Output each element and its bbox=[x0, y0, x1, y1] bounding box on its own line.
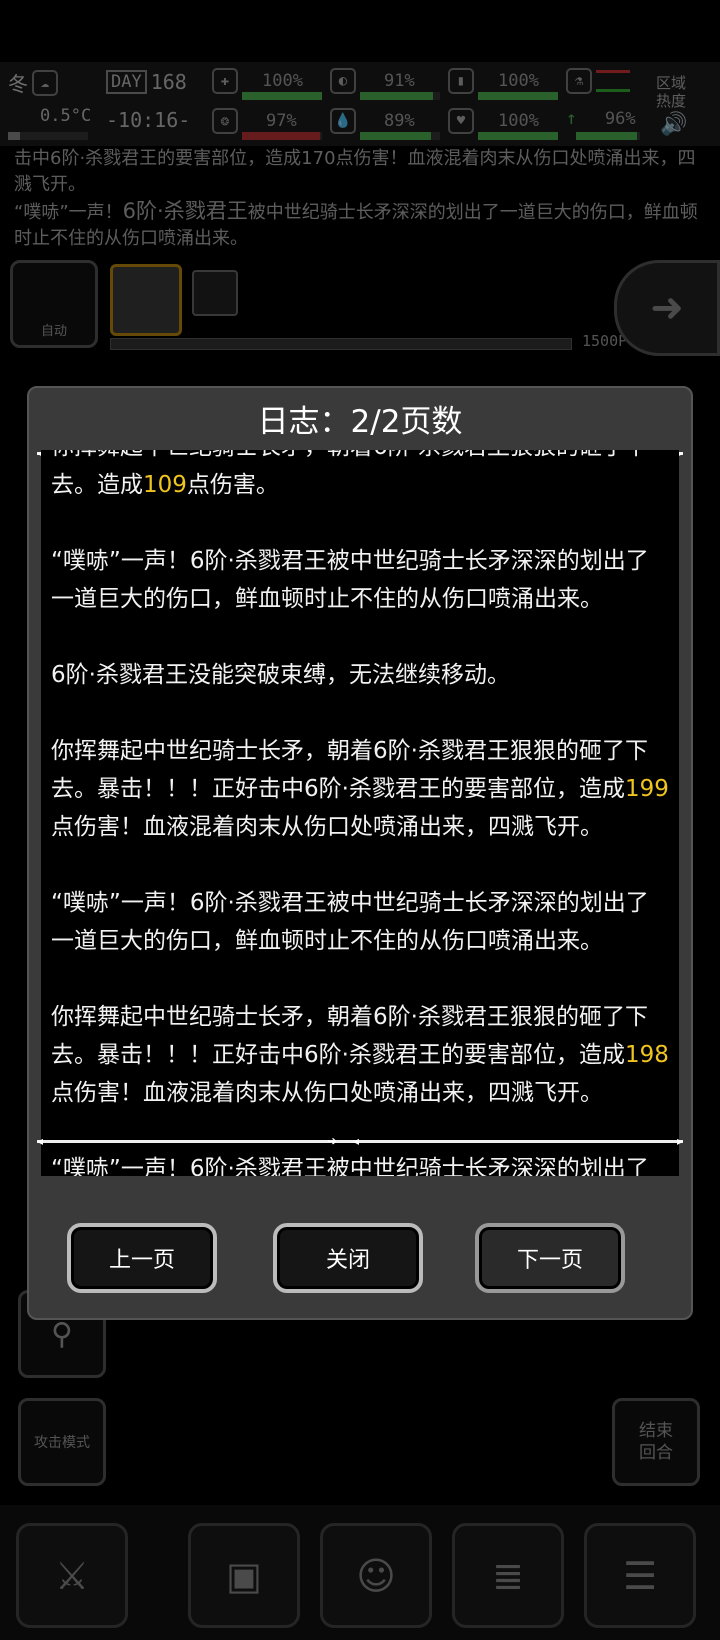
magnifier-icon: ⚲ bbox=[51, 1316, 73, 1352]
log-entry: 你挥舞起中世纪骑士长矛，朝着6阶·杀戮君王狠狠的砸了下去。暴击！！！正好击中6阶… bbox=[51, 1004, 669, 1106]
prev-page-button[interactable]: 上一页 bbox=[67, 1223, 217, 1293]
battery-icon: ▮ bbox=[448, 68, 474, 94]
log-entry: “噗哧”一声！6阶·杀戮君王被中世纪骑士长矛深深的划出了一道巨大的伤口，鲜血顿时… bbox=[51, 548, 649, 612]
auto-label: 自动 bbox=[40, 324, 67, 339]
energy-bar bbox=[478, 92, 558, 100]
day-counter: DAY 168 bbox=[106, 70, 187, 94]
combat-row: 自动 1500P ➜ bbox=[10, 260, 720, 356]
arrow-right-end-icon: ▸ bbox=[676, 1134, 683, 1148]
end-turn-label: 结束回合 bbox=[639, 1421, 673, 1463]
arrow-left-end-icon: ◂ bbox=[37, 1134, 44, 1148]
auto-button[interactable]: 自动 bbox=[10, 260, 98, 348]
log-scroll-area[interactable]: 你挥舞起中世纪骑士长矛，朝着6阶·杀戮君王狠狠的砸了下去。造成109点伤害。 “… bbox=[41, 450, 679, 1176]
skills-button[interactable]: ☺ bbox=[320, 1523, 432, 1628]
season-indicator: 冬 ☁ bbox=[8, 68, 58, 97]
stomach-icon: ◐ bbox=[330, 68, 356, 94]
health-kit-icon: ✚ bbox=[212, 68, 238, 94]
flag-icon bbox=[596, 70, 630, 92]
end-turn-button[interactable]: 结束回合 bbox=[612, 1398, 700, 1486]
health-bar bbox=[242, 92, 322, 100]
attack-mode-button[interactable]: 攻击模式 bbox=[18, 1398, 106, 1486]
stat-growth: ↑ 96% bbox=[566, 108, 636, 129]
background-log-line: “噗哧”一声！6阶·杀戮君王被中世纪骑士长矛深深的划出了一道巨大的伤口，鲜血顿时… bbox=[14, 199, 698, 249]
close-button[interactable]: 关闭 bbox=[273, 1223, 423, 1293]
arrow-up-icon: ↑ bbox=[566, 108, 577, 129]
player-portrait[interactable] bbox=[110, 264, 182, 336]
advance-arrow-button[interactable]: ➜ bbox=[614, 260, 720, 356]
stat-chem: ⚗ bbox=[566, 68, 630, 94]
water-drop-icon: 💧 bbox=[330, 108, 356, 134]
dialog-buttons: 上一页 关闭 下一页 bbox=[29, 1223, 691, 1303]
stat-hunger: ◐ 91% bbox=[330, 68, 415, 94]
heart-icon: ♥ bbox=[448, 108, 474, 134]
arrow-right-icon: ➔ bbox=[327, 1134, 338, 1148]
journal-button[interactable]: ≣ bbox=[452, 1523, 564, 1628]
log-entry: 你挥舞起中世纪骑士长矛，朝着6阶·杀戮君王狠狠的砸了下去。暴击！！！正好击中6阶… bbox=[51, 738, 669, 840]
stat-sanity: ❂ 97% bbox=[212, 108, 297, 134]
log-dialog: 日志：2/2页数 ◂ ➔ ◂ ▸ 你挥舞起中世纪骑士长矛，朝着6阶·杀戮君王狠狠… bbox=[27, 386, 693, 1320]
log-entry: 你挥舞起中世纪骑士长矛，朝着6阶·杀戮君王狠狠的砸了下去。造成109点伤害。 bbox=[51, 450, 648, 498]
status-bar: 冬 ☁ 0.5°C DAY 168 -10:16- ✚ 100% ◐ 91% ▮… bbox=[0, 62, 720, 146]
bottom-separator: ◂ ➔ ◂ ▸ bbox=[37, 1134, 683, 1148]
log-entry: “噗哧”一声！6阶·杀戮君王被中世纪骑士长矛深深的划出了一道巨大的伤口，鲜血顿时… bbox=[51, 1156, 649, 1176]
chest-icon: ▣ bbox=[226, 1553, 262, 1598]
dialog-title: 日志：2/2页数 bbox=[257, 404, 463, 440]
xp-bar bbox=[110, 338, 572, 350]
head-icon: ☺ bbox=[356, 1553, 396, 1598]
zone-heat-label: 区域热度 bbox=[656, 74, 687, 110]
flask-icon: ⚗ bbox=[566, 68, 592, 94]
speaker-icon[interactable]: 🔊 bbox=[660, 112, 687, 137]
temperature-readout: 0.5°C bbox=[40, 106, 92, 126]
enemy-portrait[interactable] bbox=[192, 270, 238, 316]
stat-health: ✚ 100% bbox=[212, 68, 303, 94]
stat-energy: ▮ 100% bbox=[448, 68, 539, 94]
hunger-bar bbox=[360, 92, 440, 100]
brain-icon: ❂ bbox=[212, 108, 238, 134]
spear-icon: ⚔ bbox=[54, 1553, 90, 1598]
log-entries: 你挥舞起中世纪骑士长矛，朝着6阶·杀戮君王狠狠的砸了下去。造成109点伤害。 “… bbox=[51, 450, 669, 1176]
log-entry: “噗哧”一声！6阶·杀戮君王被中世纪骑士长矛深深的划出了一道巨大的伤口，鲜血顿时… bbox=[51, 890, 649, 954]
weapon-button[interactable]: ⚔ bbox=[16, 1523, 128, 1628]
game-clock: -10:16- bbox=[106, 108, 191, 132]
background-log: 击中6阶·杀戮君王的要害部位，造成170点伤害！血液混着肉末从伤口处喷涌出来，四… bbox=[14, 146, 706, 252]
next-page-button[interactable]: 下一页 bbox=[475, 1223, 625, 1293]
arrow-left-icon: ◂ bbox=[353, 1134, 360, 1148]
mood-bar bbox=[478, 132, 558, 140]
list-icon: ☰ bbox=[622, 1553, 658, 1598]
cloud-icon: ☁ bbox=[32, 69, 58, 96]
menu-button[interactable]: ☰ bbox=[584, 1523, 696, 1628]
bottom-toolbar: ⚔ ▣ ☺ ≣ ☰ bbox=[0, 1505, 720, 1640]
stat-mood: ♥ 100% bbox=[448, 108, 539, 134]
notebook-icon: ≣ bbox=[492, 1553, 524, 1598]
temperature-bar bbox=[8, 132, 88, 140]
sanity-bar bbox=[242, 132, 322, 140]
inventory-button[interactable]: ▣ bbox=[188, 1523, 300, 1628]
stat-thirst: 💧 89% bbox=[330, 108, 415, 134]
season-label: 冬 bbox=[8, 72, 28, 96]
growth-bar bbox=[576, 132, 640, 140]
log-entry: 6阶·杀戮君王没能突破束缚，无法继续移动。 bbox=[51, 662, 510, 688]
thirst-bar bbox=[360, 132, 440, 140]
attack-mode-label: 攻击模式 bbox=[34, 1435, 90, 1451]
